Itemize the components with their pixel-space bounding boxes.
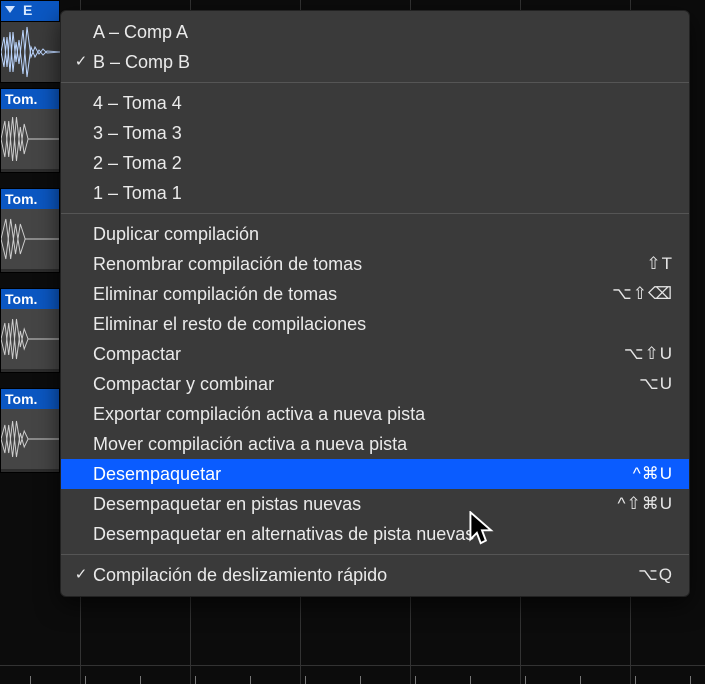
menu-item[interactable]: Compactar⌥⇧U — [61, 339, 689, 369]
menu-item-label: Desempaquetar en pistas nuevas — [93, 489, 618, 519]
take-label: Tom. — [1, 189, 59, 209]
take-region[interactable]: Tom. — [0, 188, 60, 273]
menu-separator — [61, 82, 689, 83]
menu-item[interactable]: Renombrar compilación de tomas⇧T — [61, 249, 689, 279]
app-canvas: E Tom. Tom. Tom. Tom. A – Comp A✓B – — [0, 0, 705, 684]
menu-item[interactable]: Eliminar compilación de tomas⌥⇧⌫ — [61, 279, 689, 309]
menu-item[interactable]: ✓Compilación de deslizamiento rápido⌥Q — [61, 560, 689, 590]
menu-item-label: Desempaquetar en alternativas de pista n… — [93, 519, 673, 549]
menu-item[interactable]: ✓B – Comp B — [61, 47, 689, 77]
menu-item[interactable]: 1 – Toma 1 — [61, 178, 689, 208]
checkmark-icon: ✓ — [69, 560, 93, 590]
menu-item-label: 3 – Toma 3 — [93, 118, 673, 148]
menu-item[interactable]: Mover compilación activa a nueva pista — [61, 429, 689, 459]
menu-item[interactable]: Eliminar el resto de compilaciones — [61, 309, 689, 339]
take-folder-context-menu: A – Comp A✓B – Comp B 4 – Toma 43 – Toma… — [60, 10, 690, 597]
menu-item-label: Compactar — [93, 339, 624, 369]
checkmark-icon: ✓ — [69, 47, 93, 77]
take-region[interactable]: Tom. — [0, 388, 60, 473]
menu-item-label: 4 – Toma 4 — [93, 88, 673, 118]
menu-item-shortcut: ⌥U — [639, 369, 673, 399]
waveform — [1, 109, 59, 169]
menu-item-label: A – Comp A — [93, 17, 673, 47]
menu-item-shortcut: ⌥Q — [638, 560, 673, 590]
menu-item-label: Exportar compilación activa a nueva pist… — [93, 399, 673, 429]
menu-item-label: B – Comp B — [93, 47, 673, 77]
menu-item[interactable]: Desempaquetar en alternativas de pista n… — [61, 519, 689, 549]
menu-item-label: 2 – Toma 2 — [93, 148, 673, 178]
menu-item[interactable]: 2 – Toma 2 — [61, 148, 689, 178]
menu-item[interactable]: A – Comp A — [61, 17, 689, 47]
menu-item-label: Desempaquetar — [93, 459, 633, 489]
menu-item-shortcut: ^⇧⌘U — [618, 489, 674, 519]
menu-item-shortcut: ⇧T — [646, 249, 673, 279]
menu-item[interactable]: Compactar y combinar⌥U — [61, 369, 689, 399]
menu-item-shortcut: ⌥⇧U — [624, 339, 673, 369]
menu-item-label: Duplicar compilación — [93, 219, 673, 249]
menu-item-shortcut: ⌥⇧⌫ — [612, 279, 673, 309]
menu-item[interactable]: Desempaquetar en pistas nuevas^⇧⌘U — [61, 489, 689, 519]
menu-separator — [61, 213, 689, 214]
take-label: Tom. — [1, 389, 59, 409]
menu-item-label: Compilación de deslizamiento rápido — [93, 560, 638, 590]
menu-item[interactable]: 3 – Toma 3 — [61, 118, 689, 148]
menu-item[interactable]: Duplicar compilación — [61, 219, 689, 249]
timeline-ruler — [0, 670, 705, 684]
menu-item-label: Eliminar el resto de compilaciones — [93, 309, 673, 339]
take-label: Tom. — [1, 89, 59, 109]
waveform — [1, 409, 59, 469]
take-label: Tom. — [1, 289, 59, 309]
menu-item-shortcut: ^⌘U — [633, 459, 673, 489]
menu-item-label: Compactar y combinar — [93, 369, 639, 399]
menu-item[interactable]: Exportar compilación activa a nueva pist… — [61, 399, 689, 429]
take-folder-wave — [0, 22, 62, 83]
take-region[interactable]: Tom. — [0, 88, 60, 173]
menu-item-label: Eliminar compilación de tomas — [93, 279, 612, 309]
take-folder-letter: E — [23, 2, 32, 18]
menu-separator — [61, 554, 689, 555]
take-region[interactable]: Tom. — [0, 288, 60, 373]
menu-item-label: Renombrar compilación de tomas — [93, 249, 646, 279]
take-folder-header[interactable]: E — [0, 0, 60, 22]
menu-item[interactable]: 4 – Toma 4 — [61, 88, 689, 118]
waveform — [1, 309, 59, 369]
waveform — [1, 209, 59, 269]
menu-item-label: Mover compilación activa a nueva pista — [93, 429, 673, 459]
menu-item[interactable]: Desempaquetar^⌘U — [61, 459, 689, 489]
menu-item-label: 1 – Toma 1 — [93, 178, 673, 208]
disclosure-triangle-icon[interactable] — [5, 6, 15, 13]
